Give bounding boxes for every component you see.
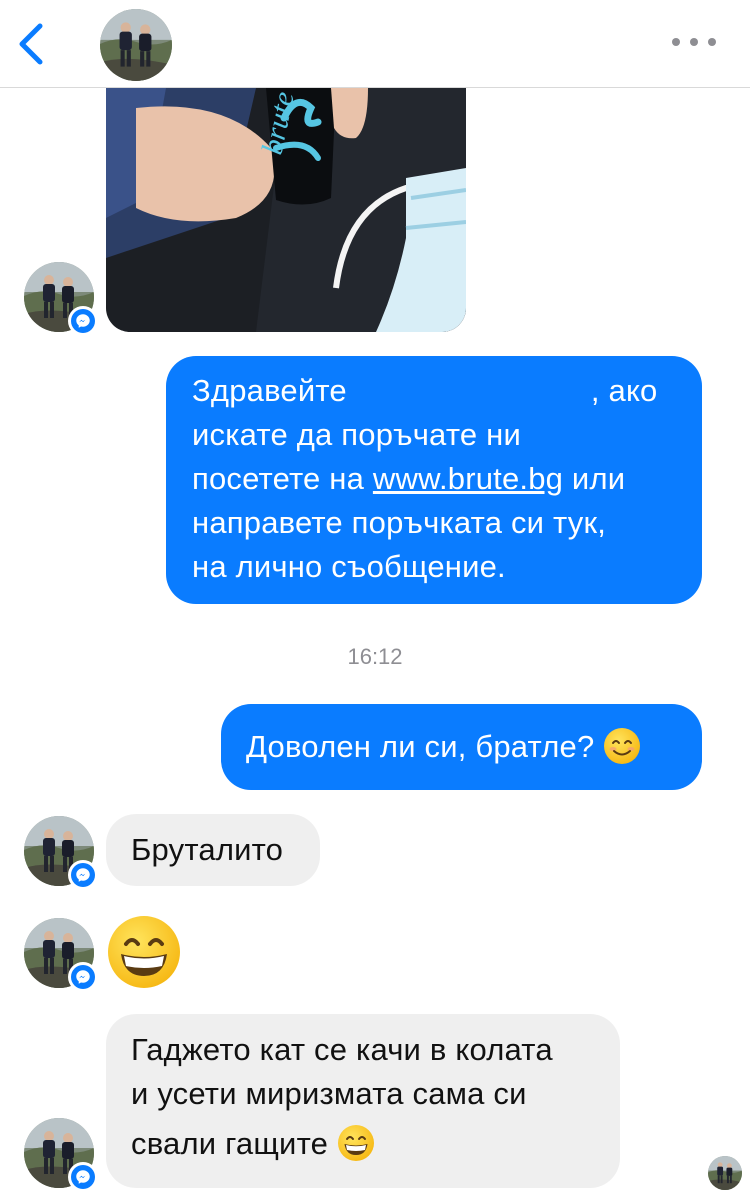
more-dots-icon <box>672 38 680 46</box>
message-text: направете поръчката си тук, <box>192 505 607 540</box>
chevron-left-icon <box>19 23 43 65</box>
website-link[interactable]: www.brute.bg <box>373 461 563 496</box>
messenger-badge-icon <box>68 306 98 336</box>
conversation-header <box>0 0 750 88</box>
grinning-face-icon[interactable] <box>106 914 182 990</box>
messenger-badge-icon <box>68 962 98 992</box>
read-receipt-avatar <box>708 1156 742 1190</box>
message-text: Доволен ли си, братле? <box>246 729 595 764</box>
photo-message[interactable]: brute <box>106 88 466 332</box>
sender-avatar[interactable] <box>24 262 98 336</box>
message-text: , ако <box>590 373 658 408</box>
messenger-badge-icon <box>68 860 98 890</box>
sender-avatar[interactable] <box>24 816 98 890</box>
message-text: искате да поръчате ни <box>192 417 521 452</box>
incoming-message[interactable]: Бруталито <box>106 814 320 886</box>
message-text: посетете на <box>192 461 373 496</box>
smiling-face-icon <box>603 727 641 765</box>
sender-avatar[interactable] <box>24 1118 98 1190</box>
grinning-face-icon <box>337 1124 375 1162</box>
incoming-message[interactable]: Гаджето кат се качи в колата и усети мир… <box>106 1014 620 1188</box>
message-text: или <box>563 461 626 496</box>
sender-avatar[interactable] <box>24 918 98 992</box>
back-button[interactable] <box>12 20 52 68</box>
message-text: Здравейте <box>192 373 347 408</box>
more-options-button[interactable] <box>672 28 716 56</box>
message-text: свали гащите <box>131 1126 329 1161</box>
message-text: Бруталито <box>131 832 284 867</box>
messenger-badge-icon <box>68 1162 98 1190</box>
outgoing-message[interactable]: Доволен ли си, братле? <box>221 704 702 790</box>
outgoing-message[interactable]: Здравейте , ако искате да поръчате ни пос… <box>166 356 702 604</box>
message-text: на лично съобщение. <box>192 549 506 584</box>
message-text: и усети миризмата сама си <box>131 1076 527 1111</box>
contact-avatar[interactable] <box>100 9 172 81</box>
message-timestamp: 16:12 <box>347 644 403 669</box>
message-text: Гаджето кат се качи в колата <box>131 1032 553 1067</box>
